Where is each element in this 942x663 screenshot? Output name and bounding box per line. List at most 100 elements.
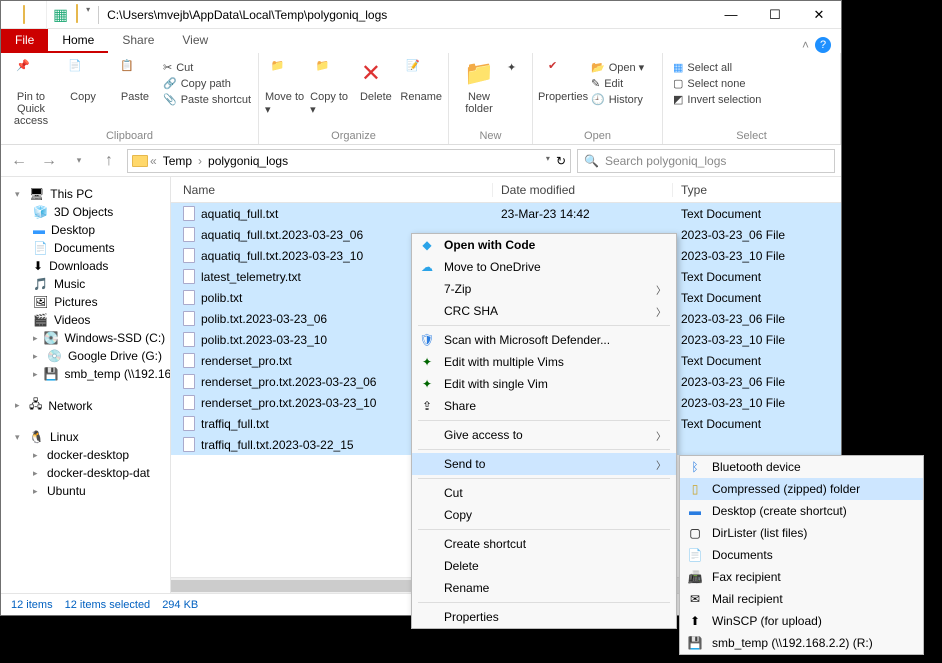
qat-properties-icon[interactable]: ▦	[53, 5, 68, 25]
breadcrumb[interactable]: « Temp › polygoniq_logs ▾ ↻	[127, 149, 571, 173]
ctx-crc-sha[interactable]: CRC SHA〉	[412, 300, 676, 322]
nav-pictures[interactable]: 🖼Pictures	[1, 293, 170, 311]
nav-ubuntu[interactable]: ▸Ubuntu	[1, 482, 170, 500]
search-placeholder: Search polygoniq_logs	[605, 154, 726, 168]
sendto-smb[interactable]: 💾smb_temp (\\192.168.2.2) (R:)	[680, 632, 923, 654]
invert-selection-button[interactable]: ◩Invert selection	[673, 93, 761, 106]
ribbon-collapse-icon[interactable]: ˄	[802, 38, 809, 52]
col-type[interactable]: Type	[673, 183, 841, 197]
history-button[interactable]: 🕘History	[591, 93, 644, 106]
nav-music[interactable]: 🎵Music	[1, 275, 170, 293]
delete-button[interactable]: ✕Delete	[355, 57, 396, 103]
sendto-fax[interactable]: 📠Fax recipient	[680, 566, 923, 588]
ctx-edit-multi-vim[interactable]: ✦Edit with multiple Vims	[412, 351, 676, 373]
nav-docker-desktop[interactable]: ▸docker-desktop	[1, 446, 170, 464]
rename-button[interactable]: 📝Rename	[400, 57, 442, 103]
crumb-folder[interactable]: polygoniq_logs	[204, 154, 292, 168]
recent-button[interactable]: ▾	[67, 149, 91, 173]
tab-share[interactable]: Share	[108, 29, 168, 53]
nav-google-drive[interactable]: ▸💿Google Drive (G:)	[1, 347, 170, 365]
scroll-thumb[interactable]	[171, 580, 411, 592]
sendto-zip[interactable]: ▯Compressed (zipped) folder	[680, 478, 923, 500]
new-folder-button[interactable]: 📁New folder	[455, 57, 503, 115]
properties-button[interactable]: ✔Properties	[539, 57, 587, 103]
copy-button[interactable]: 📄Copy	[59, 57, 107, 103]
sendto-mail[interactable]: ✉Mail recipient	[680, 588, 923, 610]
cut-button[interactable]: ✂Cut	[163, 61, 251, 74]
edit-button[interactable]: ✎Edit	[591, 77, 644, 90]
ctx-delete[interactable]: Delete	[412, 555, 676, 577]
maximize-button[interactable]: ☐	[753, 1, 797, 29]
search-input[interactable]: 🔍 Search polygoniq_logs	[577, 149, 835, 173]
sendto-dirlister[interactable]: ▢DirLister (list files)	[680, 522, 923, 544]
ctx-open-code[interactable]: ◆Open with Code	[412, 234, 676, 256]
search-icon: 🔍	[584, 154, 599, 168]
nav-windows-ssd[interactable]: ▸💽Windows-SSD (C:)	[1, 329, 170, 347]
nav-docker-desktop-data[interactable]: ▸docker-desktop-dat	[1, 464, 170, 482]
ctx-7zip[interactable]: 7-Zip〉	[412, 278, 676, 300]
tab-file[interactable]: File	[1, 29, 48, 53]
ctx-give-access[interactable]: Give access to〉	[412, 424, 676, 446]
select-group-label: Select	[669, 130, 834, 144]
nav-network[interactable]: ▸🖧Network	[1, 393, 170, 418]
ctx-send-to[interactable]: Send to〉	[412, 453, 676, 475]
open-button[interactable]: 📂Open ▾	[591, 61, 644, 74]
sendto-documents[interactable]: 📄Documents	[680, 544, 923, 566]
paste-shortcut-button[interactable]: 📎Paste shortcut	[163, 93, 251, 106]
sendto-bluetooth[interactable]: ᛒBluetooth device	[680, 456, 923, 478]
folder-icon	[132, 155, 148, 167]
documents-icon: 📄	[686, 546, 704, 564]
nav-desktop[interactable]: ▬Desktop	[1, 221, 170, 239]
nav-videos[interactable]: 🎬Videos	[1, 311, 170, 329]
copy-to-button[interactable]: 📁Copy to ▾	[310, 57, 351, 116]
back-button[interactable]: ←	[7, 149, 31, 173]
chevron-icon[interactable]: «	[150, 154, 157, 168]
col-date[interactable]: Date modified	[493, 183, 673, 197]
file-icon	[183, 437, 195, 452]
nav-smb-temp[interactable]: ▸💾smb_temp (\\192.16	[1, 365, 170, 383]
minimize-button[interactable]: —	[709, 1, 753, 29]
col-name[interactable]: Name	[171, 183, 493, 197]
select-all-button[interactable]: ▦Select all	[673, 61, 761, 74]
up-button[interactable]: ↑	[97, 149, 121, 173]
qat-dropdown-icon[interactable]: ▾	[86, 5, 90, 25]
crumb-temp[interactable]: Temp	[159, 154, 196, 168]
sendto-desktop[interactable]: ▬Desktop (create shortcut)	[680, 500, 923, 522]
ctx-properties[interactable]: Properties	[412, 606, 676, 628]
move-to-button[interactable]: 📁Move to ▾	[265, 57, 306, 116]
tab-view[interactable]: View	[168, 29, 222, 53]
file-date: 23-Mar-23 14:42	[493, 207, 673, 221]
close-button[interactable]: ✕	[797, 1, 841, 29]
new-item-button[interactable]: ✦	[507, 61, 516, 74]
sendto-winscp[interactable]: ⬆WinSCP (for upload)	[680, 610, 923, 632]
help-icon[interactable]: ?	[815, 37, 831, 53]
tab-home[interactable]: Home	[48, 29, 108, 53]
paste-button[interactable]: 📋Paste	[111, 57, 159, 103]
nav-documents[interactable]: 📄Documents	[1, 239, 170, 257]
separator	[418, 449, 670, 450]
nav-downloads[interactable]: ⬇Downloads	[1, 257, 170, 275]
copy-path-button[interactable]: 🔗Copy path	[163, 77, 251, 90]
refresh-icon[interactable]: ↻	[556, 154, 566, 168]
vim-icon: ✦	[418, 375, 436, 393]
ctx-rename[interactable]: Rename	[412, 577, 676, 599]
nav-this-pc[interactable]: ▾🖥This PC	[1, 185, 170, 203]
file-type: 2023-03-23_06 File	[673, 312, 841, 326]
ctx-share[interactable]: ⇪Share	[412, 395, 676, 417]
ctx-onedrive[interactable]: ☁Move to OneDrive	[412, 256, 676, 278]
forward-button[interactable]: →	[37, 149, 61, 173]
chevron-right-icon: ›	[198, 154, 202, 168]
table-row[interactable]: aquatiq_full.txt23-Mar-23 14:42Text Docu…	[171, 203, 841, 224]
select-none-button[interactable]: ▢Select none	[673, 77, 761, 90]
ctx-defender[interactable]: 🛡Scan with Microsoft Defender...	[412, 329, 676, 351]
nav-linux[interactable]: ▾🐧Linux	[1, 428, 170, 446]
pin-quick-button[interactable]: 📌Pin to Quick access	[7, 57, 55, 127]
ctx-copy[interactable]: Copy	[412, 504, 676, 526]
addr-dropdown-icon[interactable]: ▾	[546, 154, 550, 168]
ctx-edit-single-vim[interactable]: ✦Edit with single Vim	[412, 373, 676, 395]
ctx-create-shortcut[interactable]: Create shortcut	[412, 533, 676, 555]
ctx-cut[interactable]: Cut	[412, 482, 676, 504]
file-type: 2023-03-23_06 File	[673, 228, 841, 242]
nav-3d-objects[interactable]: 🧊3D Objects	[1, 203, 170, 221]
qat-newfolder-icon[interactable]	[76, 5, 78, 25]
